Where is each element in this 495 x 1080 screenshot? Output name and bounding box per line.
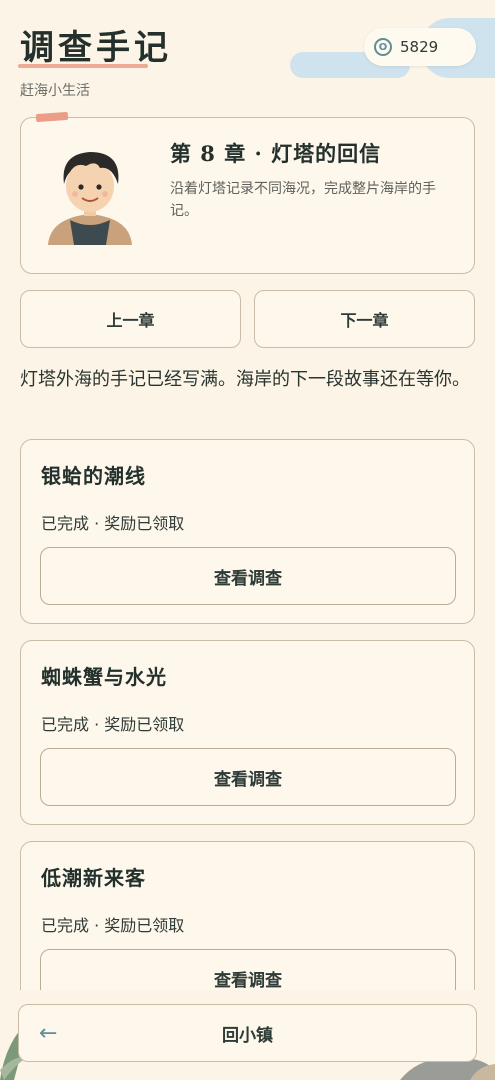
view-investigation-button[interactable]: 查看调查: [40, 547, 456, 605]
view-investigation-button[interactable]: 查看调查: [40, 748, 456, 806]
arrow-left-icon[interactable]: ←: [39, 1021, 57, 1046]
quest-card: 银蛤的潮线 已完成 · 奖励已领取 查看调查: [20, 439, 475, 624]
coin-balance[interactable]: O 5829: [364, 28, 476, 66]
coin-icon: O: [374, 38, 392, 56]
quest-status: 已完成 · 奖励已领取: [41, 916, 185, 935]
quest-status: 已完成 · 奖励已领取: [41, 514, 185, 533]
quest-title: 蜘蛛蟹与水光: [41, 665, 167, 689]
quest-title: 低潮新来客: [41, 866, 146, 890]
page-title: 调查手记: [20, 28, 172, 68]
chapter-description: 沿着灯塔记录不同海况，完成整片海岸的手记。: [170, 181, 436, 219]
page: 调查手记 赶海小生活 O 5829 第 8 章 · 灯塔的回信 沿着灯塔记录不同…: [0, 0, 495, 1080]
page-subtitle: 赶海小生活: [20, 83, 90, 99]
title-underline: [18, 64, 148, 68]
chapter-intro-text: 灯塔外海的手记已经写满。海岸的下一段故事还在等你。: [20, 369, 470, 390]
quest-title: 银蛤的潮线: [41, 464, 146, 488]
prev-chapter-button[interactable]: 上一章: [20, 290, 241, 348]
chapter-title: 第 8 章 · 灯塔的回信: [170, 141, 382, 166]
quest-status: 已完成 · 奖励已领取: [41, 715, 185, 734]
coin-value: 5829: [400, 38, 439, 56]
back-to-town-label: 回小镇: [222, 1025, 273, 1046]
avatar: [48, 152, 132, 245]
quest-card: 蜘蛛蟹与水光 已完成 · 奖励已领取 查看调查: [20, 640, 475, 825]
next-chapter-button[interactable]: 下一章: [254, 290, 475, 348]
back-to-town-bar[interactable]: ← 回小镇: [18, 1004, 477, 1062]
